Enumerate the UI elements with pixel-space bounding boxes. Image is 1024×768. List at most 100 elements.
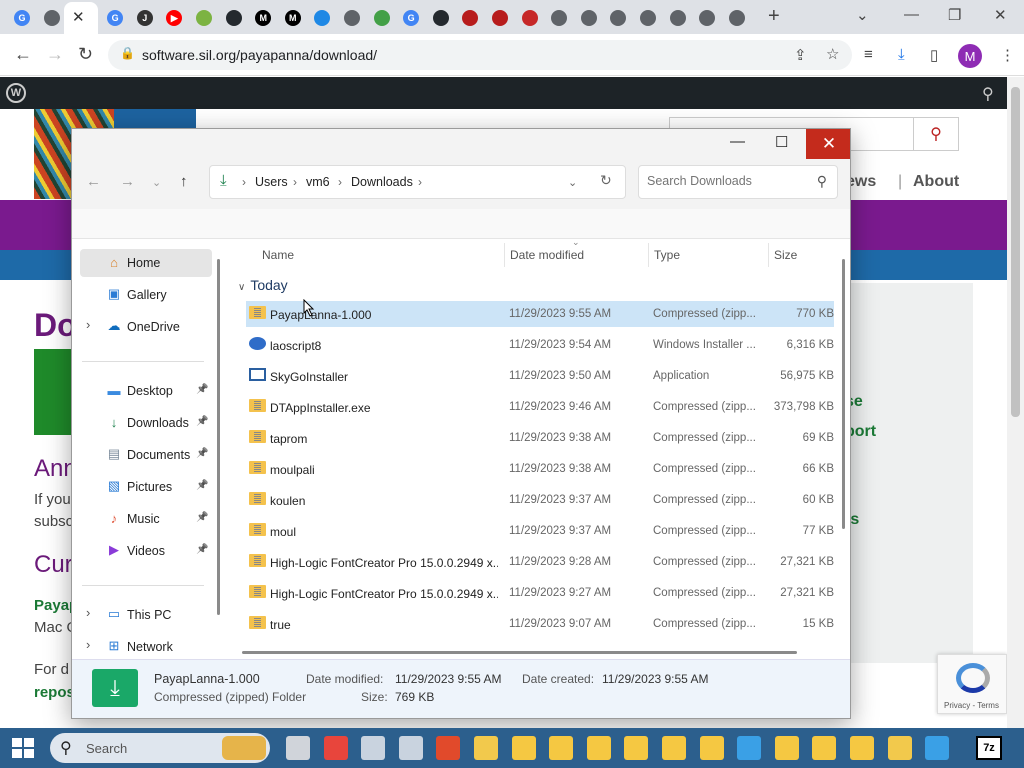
file-row[interactable]: taprom 11/29/2023 9:38 AM Compressed (zipp… (246, 425, 834, 451)
column-divider[interactable] (768, 243, 769, 267)
browser-tab[interactable] (516, 4, 544, 32)
breadcrumb-downloads[interactable]: Downloads (351, 175, 413, 189)
page-scrollbar-thumb[interactable] (1011, 87, 1020, 417)
group-header[interactable]: ∨ Today (238, 277, 288, 293)
nav-item-network[interactable]: › ⊞ Network (80, 633, 212, 661)
back-icon[interactable]: ← (14, 44, 32, 65)
navigation-scrollbar[interactable] (217, 259, 220, 615)
browser-tab[interactable] (308, 4, 336, 32)
maximize-icon[interactable]: ☐ (775, 133, 788, 151)
nav-item-desktop[interactable]: ▬ Desktop 📌 (80, 377, 212, 405)
url-text[interactable]: software.sil.org/payapanna/download/ (142, 47, 377, 63)
nav-about[interactable]: About (913, 173, 959, 191)
chevron-right-icon[interactable]: › (86, 317, 90, 332)
file-row[interactable]: SkyGoInstaller 11/29/2023 9:50 AM Applicat… (246, 363, 834, 389)
browser-tab[interactable] (427, 4, 455, 32)
close-button[interactable]: ✕ (806, 129, 850, 159)
zip-folder-icon[interactable] (699, 736, 724, 760)
folder-icon[interactable] (511, 736, 536, 760)
browser-tab[interactable] (38, 4, 66, 32)
app-icon[interactable] (398, 736, 423, 760)
download-folder-icon[interactable] (925, 736, 950, 760)
browser-tab[interactable] (545, 4, 573, 32)
recent-locations-icon[interactable]: ⌄ (152, 176, 161, 189)
browser-tab[interactable] (634, 4, 662, 32)
recaptcha-badge[interactable]: Privacy - Terms (937, 654, 1007, 714)
nav-item-downloads[interactable]: ↓ Downloads 📌 (80, 409, 212, 437)
browser-tab[interactable]: M (279, 4, 307, 32)
task-view-icon[interactable] (286, 736, 310, 760)
folder-icon[interactable] (850, 736, 874, 760)
content-link[interactable]: repos (34, 684, 75, 701)
browser-tab[interactable] (664, 4, 692, 32)
file-row[interactable]: High-Logic FontCreator Pro 15.0.0.2949 x… (246, 549, 834, 575)
refresh-icon[interactable]: ↻ (600, 172, 612, 189)
browser-tab[interactable]: ▶ (160, 4, 188, 32)
back-icon[interactable]: ← (86, 173, 101, 190)
lock-icon[interactable]: 🔒 (120, 46, 135, 60)
column-header-type[interactable]: Type (654, 248, 680, 262)
file-list-scrollbar[interactable] (842, 259, 845, 529)
admin-search-icon[interactable]: ⚲ (982, 84, 994, 104)
wordpress-icon[interactable]: W (6, 83, 26, 103)
horizontal-scrollbar[interactable] (242, 651, 797, 654)
close-tab-icon[interactable]: ✕ (72, 8, 85, 26)
nav-item-documents[interactable]: ▤ Documents 📌 (80, 441, 212, 469)
browser-tab[interactable] (604, 4, 632, 32)
folder-icon[interactable] (549, 736, 574, 760)
side-panel-icon[interactable]: ▯ (930, 46, 938, 64)
chrome-menu-icon[interactable]: ⋮ (1000, 46, 1015, 64)
browser-tab[interactable]: M (249, 4, 277, 32)
column-divider[interactable] (504, 243, 505, 267)
breadcrumb-vm6[interactable]: vm6 (306, 175, 330, 189)
reload-icon[interactable]: ↻ (78, 44, 93, 65)
zip-folder-icon[interactable] (586, 736, 611, 760)
address-bar[interactable]: 🔒 software.sil.org/payapanna/download/ ⇪… (108, 40, 852, 70)
chevron-right-icon[interactable]: › (418, 175, 422, 189)
window-restore-icon[interactable]: ❐ (948, 6, 961, 24)
chevron-right-icon[interactable]: › (86, 637, 90, 652)
windows-start-icon[interactable] (12, 738, 34, 758)
recaptcha-text[interactable]: Privacy - Terms (944, 701, 999, 710)
zip-folder-icon[interactable] (624, 736, 649, 760)
explorer-title-bar[interactable]: — ☐ ✕ (72, 129, 850, 159)
zip-folder-icon[interactable] (774, 736, 799, 760)
browser-tab[interactable] (190, 4, 218, 32)
download-folder-icon[interactable] (737, 736, 762, 760)
browser-tab[interactable] (220, 4, 248, 32)
zip-folder-icon[interactable] (812, 736, 837, 760)
search-input[interactable] (647, 174, 807, 188)
page-scrollbar[interactable] (1007, 77, 1024, 728)
nav-item-videos[interactable]: ▶ Videos 📌 (80, 537, 212, 565)
file-row[interactable]: PayapLanna-1.000 11/29/2023 9:55 AM Compre… (246, 301, 834, 327)
browser-tab[interactable] (723, 4, 751, 32)
column-header-date[interactable]: Date modified (510, 248, 584, 262)
nav-item-this-pc[interactable]: › ▭ This PC (80, 601, 212, 629)
file-row[interactable]: koulen 11/29/2023 9:37 AM Compressed (zipp… (246, 487, 834, 513)
browser-tab[interactable] (456, 4, 484, 32)
7zip-tray-icon[interactable]: 7z (976, 736, 1002, 760)
browser-tab[interactable]: G (397, 4, 425, 32)
browser-tab[interactable] (693, 4, 721, 32)
reading-list-icon[interactable]: ≡ (864, 46, 873, 63)
nav-item-pictures[interactable]: ▧ Pictures 📌 (80, 473, 212, 501)
tab-search-icon[interactable]: ⌄ (856, 6, 869, 24)
browser-tab[interactable] (575, 4, 603, 32)
font-folder-icon[interactable] (474, 736, 498, 760)
new-tab-button[interactable]: + (768, 5, 780, 28)
share-icon[interactable]: ⇪ (794, 46, 807, 64)
search-icon[interactable]: ⚲ (913, 118, 958, 150)
file-row[interactable]: laoscript8 11/29/2023 9:54 AM Windows Inst… (246, 332, 834, 358)
file-row[interactable]: High-Logic FontCreator Pro 15.0.0.2949 x… (246, 580, 834, 606)
app-icon[interactable] (361, 736, 386, 760)
up-icon[interactable]: ↑ (180, 173, 188, 190)
zip-folder-icon[interactable] (662, 736, 686, 760)
browser-tab[interactable] (338, 4, 366, 32)
browser-tab[interactable] (368, 4, 396, 32)
nav-item-home[interactable]: ⌂ Home (80, 249, 212, 277)
column-header-size[interactable]: Size (774, 248, 797, 262)
chevron-down-icon[interactable]: ∨ (238, 282, 245, 293)
browser-tab[interactable]: G (101, 4, 129, 32)
browser-tab[interactable]: G (8, 4, 36, 32)
history-dropdown-icon[interactable]: ⌄ (568, 176, 577, 189)
